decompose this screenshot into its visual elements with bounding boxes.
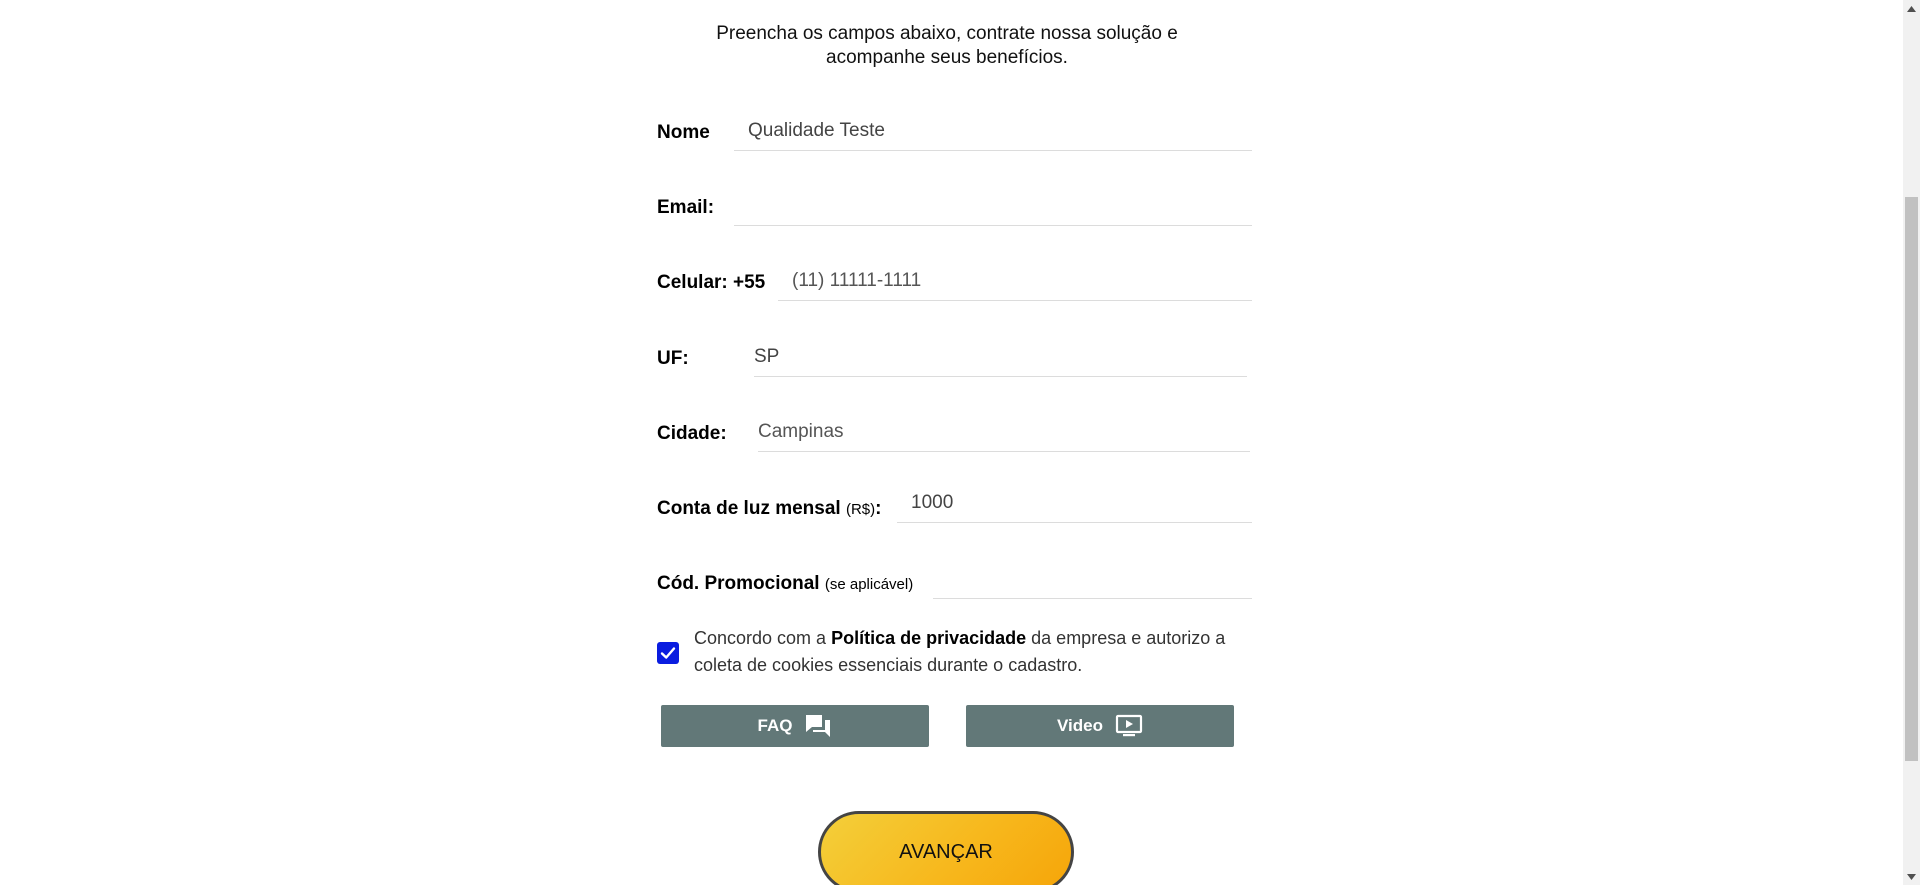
promo-hint: (se aplicável)	[824, 576, 914, 593]
intro-text: Preencha os campos abaixo, contrate noss…	[657, 22, 1237, 70]
promo-field-wrapper	[933, 562, 1252, 599]
checkmark-icon	[660, 647, 676, 659]
scroll-down-arrow-icon[interactable]	[1903, 868, 1920, 885]
uf-select[interactable]	[754, 340, 1247, 374]
conta-input[interactable]	[897, 486, 1252, 520]
conta-row: Conta de luz mensal (R$):	[657, 486, 1252, 526]
nome-label: Nome	[657, 122, 710, 143]
privacy-policy-link[interactable]: Política de privacidade	[831, 628, 1026, 648]
email-field-wrapper	[734, 189, 1252, 226]
advance-button[interactable]: AVANÇAR	[818, 811, 1074, 885]
intro-line-2: acompanhe seus benefícios.	[826, 47, 1068, 68]
celular-row: Celular: +55	[657, 264, 1252, 304]
conta-label-text: Conta de luz mensal	[657, 498, 841, 519]
video-button-label: Video	[1057, 716, 1103, 735]
play-screen-icon	[1115, 714, 1143, 738]
promo-row: Cód. Promocional (se aplicável)	[657, 562, 1252, 602]
conta-colon: :	[875, 498, 882, 519]
signup-page: Preencha os campos abaixo, contrate noss…	[0, 0, 1920, 885]
faq-button[interactable]: FAQ	[661, 705, 929, 747]
intro-line-1: Preencha os campos abaixo, contrate noss…	[716, 23, 1178, 44]
promo-label-text: Cód. Promocional	[657, 573, 820, 594]
page-scrollbar[interactable]	[1903, 0, 1920, 885]
nome-row: Nome	[657, 114, 1252, 154]
promo-input[interactable]	[933, 562, 1252, 596]
email-row: Email:	[657, 189, 1252, 229]
cidade-field-wrapper	[758, 415, 1250, 452]
consent-checkbox[interactable]	[657, 642, 679, 664]
conta-label: Conta de luz mensal (R$):	[657, 498, 881, 520]
advance-button-label: AVANÇAR	[899, 841, 993, 863]
cidade-row: Cidade:	[657, 415, 1252, 455]
chat-bubbles-icon	[804, 713, 832, 739]
uf-field-wrapper	[754, 340, 1247, 377]
celular-input[interactable]	[778, 264, 1252, 298]
conta-unit: (R$)	[845, 501, 876, 518]
nome-input[interactable]	[734, 114, 1252, 148]
email-label: Email:	[657, 197, 715, 218]
scrollbar-thumb[interactable]	[1905, 197, 1918, 761]
nome-field-wrapper	[734, 114, 1252, 151]
scroll-up-arrow-icon[interactable]	[1903, 0, 1920, 17]
celular-field-wrapper	[778, 264, 1252, 301]
video-button[interactable]: Video	[966, 705, 1234, 747]
celular-label: Celular: +55	[657, 272, 766, 293]
consent-text: Concordo com a Política de privacidade d…	[694, 625, 1254, 679]
cidade-label: Cidade:	[657, 423, 727, 444]
promo-label: Cód. Promocional (se aplicável)	[657, 573, 913, 595]
faq-button-label: FAQ	[757, 716, 793, 735]
email-input[interactable]	[734, 189, 1252, 223]
cidade-input[interactable]	[758, 415, 1250, 449]
uf-row: UF:	[657, 340, 1252, 380]
uf-label: UF:	[657, 348, 689, 369]
consent-text-before: Concordo com a	[694, 628, 832, 648]
conta-field-wrapper	[897, 486, 1252, 523]
